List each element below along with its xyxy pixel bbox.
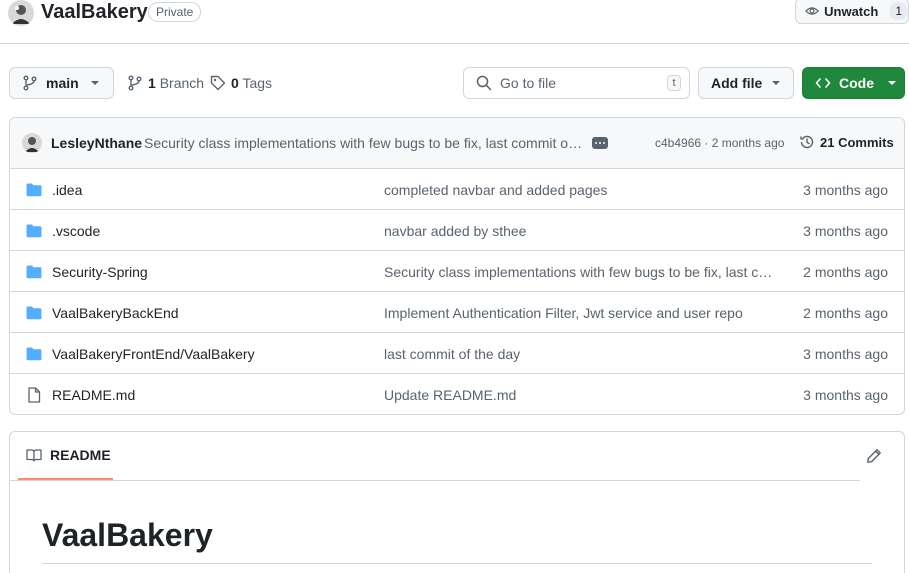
file-row[interactable]: VaalBakeryBackEnd Implement Authenticatio… (10, 292, 904, 333)
file-commit-date: 3 months ago (803, 182, 888, 198)
add-file-label: Add file (711, 75, 763, 91)
readme-tab[interactable]: README (18, 432, 113, 480)
branches-link[interactable]: 1 Branch (127, 75, 204, 91)
tag-icon (210, 75, 226, 91)
file-commit-date: 3 months ago (803, 387, 888, 403)
readme-panel: README VaalBakery (9, 431, 905, 573)
folder-icon (26, 264, 42, 283)
file-row[interactable]: .idea completed navbar and added pages 3 m… (10, 169, 904, 210)
folder-icon (26, 223, 42, 242)
file-name[interactable]: .vscode (52, 223, 100, 239)
eye-icon (805, 7, 820, 15)
history-icon (800, 135, 814, 149)
search-shortcut-key: t (667, 75, 681, 91)
file-row[interactable]: VaalBakeryFrontEnd/VaalBakery last commit… (10, 333, 904, 374)
branch-icon (23, 75, 37, 91)
file-row[interactable]: .vscode navbar added by sthee 3 months ago (10, 210, 904, 251)
file-commit-message[interactable]: completed navbar and added pages (384, 182, 774, 198)
repo-header: VaalBakery Private Unwatch 1 (0, 0, 909, 44)
latest-commit-bar: LesleyNthane Security class implementati… (10, 118, 904, 169)
watch-count: 1 (889, 2, 908, 20)
file-row[interactable]: Security-Spring Security class implementa… (10, 251, 904, 292)
readme-heading: VaalBakery (42, 517, 213, 553)
file-commit-message[interactable]: Update README.md (384, 387, 774, 403)
search-icon (476, 75, 492, 91)
commit-hash-time[interactable]: c4b4966 · 2 months ago (655, 136, 784, 150)
add-file-button[interactable]: Add file (698, 67, 794, 99)
chevron-down-icon (888, 81, 896, 85)
more-commit-info-button[interactable] (592, 137, 608, 149)
commit-author[interactable]: LesleyNthane (51, 135, 142, 151)
visibility-badge: Private (148, 2, 202, 22)
file-commit-date: 3 months ago (803, 346, 888, 362)
file-commit-message[interactable]: Security class implementations with few … (384, 264, 774, 280)
chevron-down-icon (90, 81, 99, 85)
file-commit-date: 2 months ago (803, 264, 888, 280)
commits-count-label: 21 Commits (820, 134, 894, 150)
commit-message[interactable]: Security class implementations with few … (144, 135, 584, 151)
file-browser: LesleyNthane Security class implementati… (9, 117, 905, 415)
book-icon (26, 449, 42, 462)
tags-label: Tags (242, 75, 273, 91)
file-name[interactable]: VaalBakeryBackEnd (52, 305, 179, 321)
folder-icon (26, 182, 42, 201)
tags-count: 0 (231, 75, 239, 91)
chevron-down-icon (772, 81, 781, 85)
unwatch-button[interactable]: Unwatch 1 (795, 0, 909, 24)
branches-count: 1 (148, 75, 156, 91)
tags-link[interactable]: 0 Tags (210, 75, 272, 91)
unwatch-label: Unwatch (824, 3, 879, 19)
readme-tab-label: README (50, 447, 111, 463)
branch-name: main (46, 75, 79, 91)
commit-author-avatar[interactable] (22, 133, 42, 153)
file-commit-date: 2 months ago (803, 305, 888, 321)
branches-label: Branch (159, 75, 205, 91)
search-placeholder: Go to file (500, 75, 557, 91)
repo-name[interactable]: VaalBakery (41, 1, 148, 24)
branch-select-button[interactable]: main (9, 67, 114, 99)
folder-icon (26, 305, 42, 324)
file-row[interactable]: README.md Update README.md 3 months ago (10, 374, 904, 414)
readme-divider (10, 480, 860, 481)
file-commit-date: 3 months ago (803, 223, 888, 239)
file-name[interactable]: README.md (52, 387, 135, 403)
go-to-file-search[interactable]: Go to file t (463, 67, 690, 99)
heading-divider (42, 563, 872, 564)
file-commit-message[interactable]: Implement Authentication Filter, Jwt ser… (384, 305, 774, 321)
file-name[interactable]: Security-Spring (52, 264, 148, 280)
file-commit-message[interactable]: last commit of the day (384, 346, 774, 362)
code-icon (815, 78, 831, 88)
file-icon (26, 387, 42, 406)
file-commit-message[interactable]: navbar added by sthee (384, 223, 774, 239)
file-name[interactable]: VaalBakeryFrontEnd/VaalBakery (52, 346, 255, 362)
owner-avatar[interactable] (8, 0, 34, 26)
folder-icon (26, 346, 42, 365)
file-name[interactable]: .idea (52, 182, 82, 198)
code-button[interactable]: Code (802, 67, 905, 99)
branch-icon (128, 75, 142, 91)
pencil-icon[interactable] (866, 448, 882, 464)
code-label: Code (839, 75, 874, 91)
commits-history-link[interactable]: 21 Commits (799, 134, 894, 150)
